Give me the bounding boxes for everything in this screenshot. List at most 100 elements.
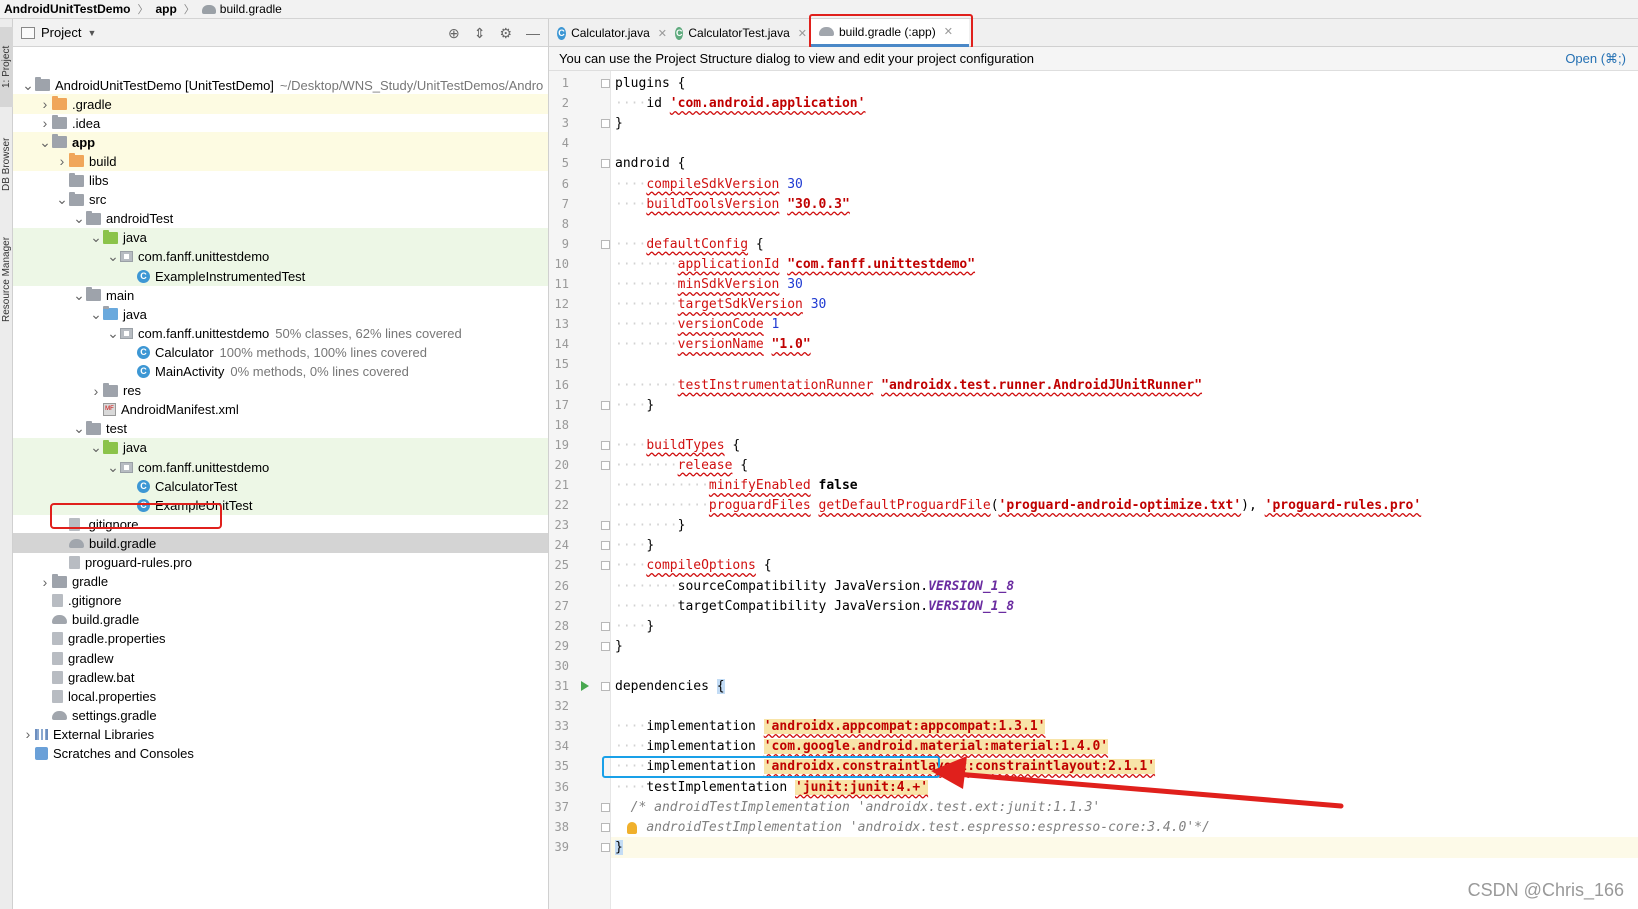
chevron-down-icon[interactable]: ⌄ xyxy=(72,210,86,227)
tree-item[interactable]: ⌄ java xyxy=(13,437,548,458)
breadcrumb-file[interactable]: build.gradle xyxy=(220,2,282,16)
chevron-down-icon[interactable]: ⌄ xyxy=(55,191,69,208)
tree-item[interactable]: › res xyxy=(13,381,548,401)
code-line[interactable]: androidTestImplementation 'androidx.test… xyxy=(611,817,1638,838)
fold-marker-icon[interactable] xyxy=(601,159,610,169)
tree-item[interactable]: ›.gitignore xyxy=(13,591,548,611)
tool-tab-resource-manager[interactable]: Resource Manager xyxy=(0,219,13,339)
code-area[interactable]: plugins {····id 'com.android.application… xyxy=(611,71,1638,909)
tool-tab-project[interactable]: 1: Project xyxy=(0,27,13,107)
tree-item[interactable]: › .gradle xyxy=(13,94,548,115)
tree-item[interactable]: ›CCalculatorTest xyxy=(13,476,548,497)
code-line[interactable]: /* androidTestImplementation 'androidx.t… xyxy=(611,797,1638,818)
tree-item[interactable]: ›build.gradle xyxy=(13,610,548,630)
editor-gutter[interactable]: 1 2 3 4 5 6 7 8 9 10 11 12 13 14 15 16 17 18 19 20 21 22 23 24 2… xyxy=(549,71,611,909)
fold-marker-icon[interactable] xyxy=(601,460,610,470)
tree-item[interactable]: ›settings.gradle xyxy=(13,705,548,725)
chevron-right-icon[interactable]: › xyxy=(55,153,69,169)
project-view-selector[interactable]: Project xyxy=(41,25,81,40)
code-line[interactable]: ········} xyxy=(611,515,1638,536)
code-line[interactable]: ····buildTypes { xyxy=(611,435,1638,456)
tree-item[interactable]: ›libs xyxy=(13,171,548,191)
code-line[interactable]: plugins { xyxy=(611,73,1638,94)
chevron-down-icon[interactable]: ⌄ xyxy=(106,459,120,476)
code-line[interactable] xyxy=(611,415,1638,436)
code-line[interactable]: ····testImplementation 'junit:junit:4.+' xyxy=(611,777,1638,798)
fold-marker-icon[interactable] xyxy=(601,440,610,450)
tree-item[interactable]: ⌄ com.fanff.unittestdemo 50% classes, 62% … xyxy=(13,323,548,343)
code-line[interactable]: ········release { xyxy=(611,455,1638,476)
code-line[interactable]: ····buildToolsVersion "30.0.3" xyxy=(611,194,1638,215)
code-line[interactable] xyxy=(611,656,1638,677)
code-line[interactable]: ····id 'com.android.application' xyxy=(611,93,1638,114)
fold-marker-icon[interactable] xyxy=(601,521,610,531)
tree-item[interactable]: › External Libraries xyxy=(13,724,548,744)
tree-item[interactable]: ›CCalculator100% methods, 100% lines cov… xyxy=(13,342,548,362)
code-line[interactable]: } xyxy=(611,113,1638,134)
chevron-down-icon[interactable]: ▼ xyxy=(87,28,96,38)
code-line[interactable] xyxy=(611,214,1638,235)
code-line[interactable]: ····implementation 'com.google.android.m… xyxy=(611,736,1638,757)
chevron-down-icon[interactable]: ⌄ xyxy=(89,439,103,456)
code-line[interactable]: dependencies { xyxy=(611,676,1638,697)
close-icon[interactable]: ✕ xyxy=(658,27,667,40)
chevron-right-icon[interactable]: › xyxy=(38,574,52,590)
fold-marker-icon[interactable] xyxy=(601,802,610,812)
collapse-all-icon[interactable]: ⇕ xyxy=(474,25,486,42)
code-line[interactable]: ····} xyxy=(611,616,1638,637)
tab-calculator-java[interactable]: C Calculator.java ✕ xyxy=(549,19,667,47)
tree-item[interactable]: › .idea xyxy=(13,113,548,133)
chevron-down-icon[interactable]: ⌄ xyxy=(89,306,103,323)
code-line[interactable]: ····compileOptions { xyxy=(611,555,1638,576)
code-line[interactable]: ········versionName "1.0" xyxy=(611,334,1638,355)
tree-item[interactable]: ›gradlew.bat xyxy=(13,667,548,687)
close-icon[interactable]: ✕ xyxy=(798,27,807,40)
fold-marker-icon[interactable] xyxy=(601,541,610,551)
tree-item[interactable]: ⌄ java xyxy=(13,227,548,248)
chevron-down-icon[interactable]: ⌄ xyxy=(38,134,52,151)
lightbulb-icon[interactable] xyxy=(627,821,637,834)
tree-item[interactable]: ⌄ AndroidUnitTestDemo [UnitTestDemo] ~/Des… xyxy=(13,75,548,95)
fold-marker-icon[interactable] xyxy=(601,842,610,852)
fold-marker-icon[interactable] xyxy=(601,822,610,832)
fold-marker-icon[interactable] xyxy=(601,239,610,249)
tree-item[interactable]: ⌄ main xyxy=(13,285,548,305)
code-line[interactable]: ········applicationId "com.fanff.unittes… xyxy=(611,254,1638,275)
code-line[interactable]: ········targetSdkVersion 30 xyxy=(611,294,1638,315)
locate-icon[interactable]: ⊕ xyxy=(448,25,460,42)
tree-item[interactable]: ›build.gradle xyxy=(13,533,548,554)
tree-item[interactable]: ⌄ com.fanff.unittestdemo xyxy=(13,246,548,267)
chevron-down-icon[interactable]: ⌄ xyxy=(106,248,120,265)
code-line[interactable]: ········minSdkVersion 30 xyxy=(611,274,1638,295)
chevron-right-icon[interactable]: › xyxy=(38,115,52,131)
tree-item[interactable]: ⌄ test xyxy=(13,419,548,439)
code-line[interactable]: ····defaultConfig { xyxy=(611,234,1638,255)
fold-marker-icon[interactable] xyxy=(601,400,610,410)
open-project-structure-link[interactable]: Open (⌘;) xyxy=(1565,51,1626,67)
tree-item[interactable]: ›CMainActivity0% methods, 0% lines cover… xyxy=(13,362,548,382)
run-icon[interactable] xyxy=(581,681,589,691)
fold-marker-icon[interactable] xyxy=(601,641,610,651)
tree-item[interactable]: ⌄ java xyxy=(13,304,548,324)
tree-item[interactable]: › gradle xyxy=(13,572,548,592)
code-line[interactable]: } xyxy=(611,636,1638,657)
chevron-down-icon[interactable]: ⌄ xyxy=(21,77,35,94)
chevron-down-icon[interactable]: ⌄ xyxy=(72,420,86,437)
code-line[interactable]: ············minifyEnabled false xyxy=(611,475,1638,496)
code-line[interactable]: ····compileSdkVersion 30 xyxy=(611,174,1638,195)
chevron-down-icon[interactable]: ⌄ xyxy=(106,325,120,342)
fold-marker-icon[interactable] xyxy=(601,79,610,88)
tree-item[interactable]: ⌄ com.fanff.unittestdemo xyxy=(13,457,548,477)
fold-marker-icon[interactable] xyxy=(601,621,610,631)
tree-item[interactable]: ›local.properties xyxy=(13,686,548,706)
code-line[interactable] xyxy=(611,354,1638,375)
code-line[interactable]: } xyxy=(611,836,1638,858)
gear-icon[interactable]: ⚙ xyxy=(499,25,512,42)
code-line[interactable]: ····} xyxy=(611,395,1638,416)
chevron-right-icon[interactable]: › xyxy=(21,726,35,742)
tree-item[interactable]: ›proguard-rules.pro xyxy=(13,553,548,573)
chevron-down-icon[interactable]: ⌄ xyxy=(89,229,103,246)
tree-item[interactable]: › build xyxy=(13,151,548,172)
chevron-down-icon[interactable]: ⌄ xyxy=(72,287,86,304)
tree-item[interactable]: ›CExampleInstrumentedTest xyxy=(13,266,548,286)
